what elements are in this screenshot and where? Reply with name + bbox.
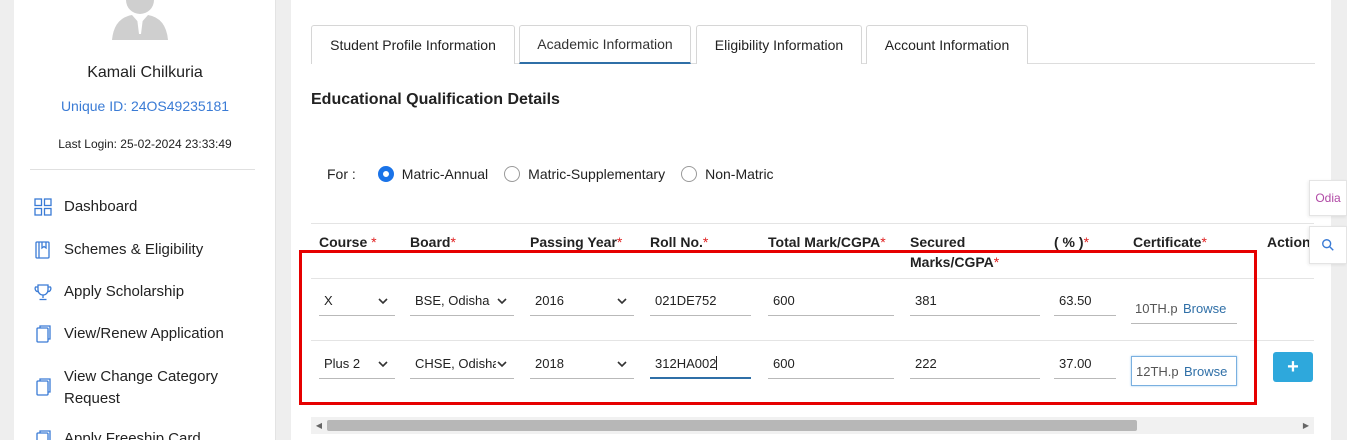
sidebar-item-label: Apply Freeship Card xyxy=(64,430,201,440)
sidebar-item-freeship[interactable]: Apply Freeship Card xyxy=(34,428,201,440)
column-header-total-mark: Total Mark/CGPA* xyxy=(768,234,886,250)
certificate-filename: 12TH.pdf xyxy=(1136,363,1178,379)
chevron-down-icon xyxy=(378,360,388,367)
column-header-certificate: Certificate* xyxy=(1133,234,1207,250)
radio-non-matric[interactable]: Non-Matric xyxy=(681,166,774,182)
sidebar-item-schemes[interactable]: Schemes & Eligibility xyxy=(34,239,203,261)
column-header-secured-marks: Secured Marks/CGPA* xyxy=(910,234,1000,270)
sidebar-item-label: View/Renew Application xyxy=(64,325,224,342)
radio-indicator xyxy=(681,166,698,182)
browse-button[interactable]: Browse xyxy=(1184,364,1227,379)
radio-label: Matric-Supplementary xyxy=(528,166,666,182)
book-icon xyxy=(34,241,52,259)
column-header-roll-no: Roll No.* xyxy=(650,234,709,250)
certificate-upload[interactable]: 10TH.pdf Browse xyxy=(1131,294,1237,324)
document-icon xyxy=(34,325,52,343)
qualification-table: Course * Board* Passing Year* Roll No.* … xyxy=(311,223,1314,415)
chevron-down-icon xyxy=(617,360,627,367)
user-name: Kamali Chilkuria xyxy=(87,64,203,81)
column-header-board: Board* xyxy=(410,234,456,250)
tab-bar: Student Profile Information Academic Inf… xyxy=(311,25,1315,64)
board-select[interactable]: CHSE, Odisha xyxy=(410,349,514,379)
scrollbar-thumb[interactable] xyxy=(327,420,1137,431)
radio-matric-supplementary[interactable]: Matric-Supplementary xyxy=(504,166,665,182)
sidebar-item-apply-scholarship[interactable]: Apply Scholarship xyxy=(34,281,184,303)
section-title: Educational Qualification Details xyxy=(311,91,560,108)
tab-eligibility[interactable]: Eligibility Information xyxy=(696,25,862,64)
secured-marks-input[interactable]: 381 xyxy=(910,286,1040,316)
sidebar-item-label: Apply Scholarship xyxy=(64,283,185,300)
column-header-percent: ( % )* xyxy=(1054,234,1090,250)
radio-indicator xyxy=(504,166,521,182)
radio-matric-annual[interactable]: Matric-Annual xyxy=(377,166,489,182)
sidebar-item-change-category[interactable]: View Change Category Request xyxy=(34,366,234,410)
sidebar-divider xyxy=(30,169,255,170)
radio-label: Non-Matric xyxy=(705,166,774,182)
scroll-left-icon[interactable]: ◀ xyxy=(314,420,324,431)
sidebar-item-view-renew[interactable]: View/Renew Application xyxy=(34,323,224,345)
unique-id: Unique ID: 24OS49235181 xyxy=(60,98,230,114)
add-row-button[interactable]: + xyxy=(1273,352,1313,382)
column-header-passing-year: Passing Year* xyxy=(530,234,623,250)
roll-no-input[interactable]: 021DE752 xyxy=(650,286,751,316)
row-divider xyxy=(311,278,1314,279)
scroll-right-icon[interactable]: ▶ xyxy=(1301,420,1311,431)
roll-no-input[interactable]: 312HA002 xyxy=(650,349,751,379)
avatar xyxy=(110,0,170,40)
for-label: For : xyxy=(327,166,356,182)
passing-year-select[interactable]: 2016 xyxy=(530,286,634,316)
board-select[interactable]: BSE, Odisha xyxy=(410,286,514,316)
tab-student-profile[interactable]: Student Profile Information xyxy=(311,25,515,64)
browse-button[interactable]: Browse xyxy=(1183,301,1226,316)
document-icon xyxy=(34,378,52,396)
text-cursor xyxy=(716,356,718,370)
sidebar-item-label: Dashboard xyxy=(64,198,138,215)
search-widget[interactable] xyxy=(1309,226,1347,264)
trophy-icon xyxy=(34,283,52,301)
course-select[interactable]: X xyxy=(319,286,395,316)
tab-account[interactable]: Account Information xyxy=(866,25,1028,64)
course-select[interactable]: Plus 2 xyxy=(319,349,395,379)
total-mark-input[interactable]: 600 xyxy=(768,286,894,316)
horizontal-scrollbar[interactable]: ◀ ▶ xyxy=(311,417,1314,434)
certificate-upload[interactable]: 12TH.pdf Browse xyxy=(1131,356,1237,386)
column-header-action: Action xyxy=(1267,234,1311,250)
document-icon xyxy=(34,430,52,440)
secured-marks-input[interactable]: 222 xyxy=(910,349,1040,379)
row-divider xyxy=(311,340,1314,341)
sidebar: Kamali Chilkuria Unique ID: 24OS49235181… xyxy=(14,0,276,440)
chevron-down-icon xyxy=(617,297,627,304)
tab-academic[interactable]: Academic Information xyxy=(519,25,691,64)
passing-year-select[interactable]: 2018 xyxy=(530,349,634,379)
main-panel: Student Profile Information Academic Inf… xyxy=(291,0,1331,440)
qualification-type-group: For : Matric-Annual Matric-Supplementary… xyxy=(327,166,790,182)
sidebar-item-label: View Change Category Request xyxy=(64,368,218,407)
search-icon xyxy=(1322,239,1334,251)
percent-input[interactable]: 63.50 xyxy=(1054,286,1116,316)
language-toggle[interactable]: Odia xyxy=(1309,180,1347,216)
last-login: Last Login: 25-02-2024 23:33:49 xyxy=(58,137,232,151)
chevron-down-icon xyxy=(497,297,507,304)
sidebar-item-label: Schemes & Eligibility xyxy=(64,241,204,258)
chevron-down-icon xyxy=(497,360,507,367)
radio-label: Matric-Annual xyxy=(401,166,489,182)
chevron-down-icon xyxy=(378,297,388,304)
grid-icon xyxy=(34,198,52,216)
percent-input[interactable]: 37.00 xyxy=(1054,349,1116,379)
column-header-course: Course * xyxy=(319,234,377,250)
sidebar-item-dashboard[interactable]: Dashboard xyxy=(34,196,137,218)
radio-indicator xyxy=(377,166,394,182)
total-mark-input[interactable]: 600 xyxy=(768,349,894,379)
certificate-filename: 10TH.pdf xyxy=(1135,301,1177,316)
